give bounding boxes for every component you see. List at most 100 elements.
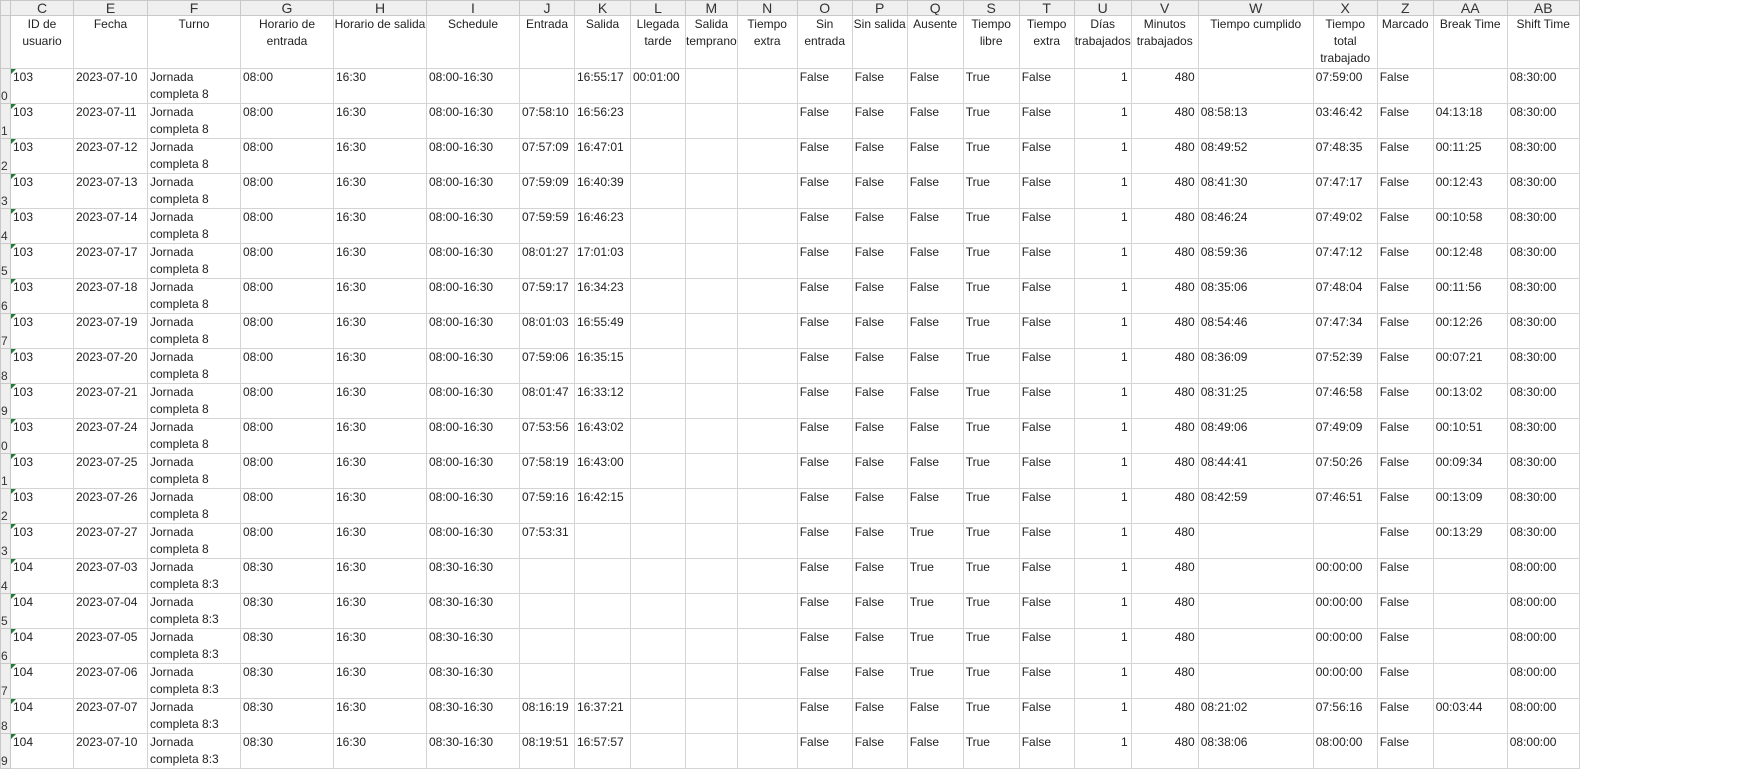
table-cell[interactable]: False	[796, 418, 853, 454]
table-cell[interactable]: 07:47:12	[1312, 243, 1378, 279]
table-cell[interactable]: False	[1018, 698, 1075, 734]
table-cell[interactable]: False	[1018, 523, 1075, 559]
table-cell[interactable]: False	[851, 208, 908, 244]
table-cell[interactable]: Jornada completa 8	[147, 313, 241, 349]
table-cell[interactable]: 103	[10, 208, 74, 244]
table-cell[interactable]: 16:30	[333, 698, 427, 734]
table-cell[interactable]: 08:30-16:30	[426, 663, 520, 699]
table-cell[interactable]: 16:43:00	[574, 453, 631, 489]
table-cell[interactable]: 08:36:09	[1197, 348, 1314, 384]
table-cell[interactable]: False	[796, 628, 853, 664]
table-cell[interactable]: False	[1376, 698, 1434, 734]
table-cell[interactable]: False	[851, 103, 908, 139]
table-cell[interactable]	[736, 243, 798, 279]
table-cell[interactable]	[1197, 523, 1314, 559]
table-cell[interactable]: False	[851, 558, 908, 594]
table-cell[interactable]: 1	[1073, 593, 1132, 629]
table-cell[interactable]: 08:30:00	[1506, 383, 1580, 419]
table-cell[interactable]: 480	[1130, 173, 1199, 209]
table-cell[interactable]: 103	[10, 103, 74, 139]
table-cell[interactable]: False	[1376, 313, 1434, 349]
table-cell[interactable]: 07:48:04	[1312, 278, 1378, 314]
table-cell[interactable]: True	[906, 663, 964, 699]
table-cell[interactable]: 1	[1073, 313, 1132, 349]
table-cell[interactable]: 08:30:00	[1506, 523, 1580, 559]
table-cell[interactable]: False	[796, 68, 853, 104]
table-cell[interactable]: False	[906, 278, 964, 314]
row-header[interactable]: 1	[0, 103, 11, 139]
table-cell[interactable]: 08:49:06	[1197, 418, 1314, 454]
row-header[interactable]: 0	[0, 418, 11, 454]
table-cell[interactable]: False	[1018, 488, 1075, 524]
table-cell[interactable]: False	[796, 278, 853, 314]
table-cell[interactable]	[685, 523, 738, 559]
table-cell[interactable]: 16:30	[333, 243, 427, 279]
table-cell[interactable]: False	[906, 733, 964, 769]
table-cell[interactable]: 1	[1073, 488, 1132, 524]
table-cell[interactable]: False	[851, 628, 908, 664]
table-cell[interactable]: Jornada completa 8	[147, 453, 241, 489]
table-cell[interactable]: 08:30	[240, 733, 334, 769]
table-cell[interactable]	[630, 348, 686, 384]
table-cell[interactable]: 08:35:06	[1197, 278, 1314, 314]
table-cell[interactable]: False	[906, 698, 964, 734]
table-cell[interactable]: 08:00:00	[1506, 698, 1580, 734]
table-cell[interactable]: False	[796, 453, 853, 489]
table-cell[interactable]: 480	[1130, 243, 1199, 279]
table-cell[interactable]: 08:00-16:30	[426, 243, 520, 279]
table-cell[interactable]: 1	[1073, 68, 1132, 104]
table-cell[interactable]: 480	[1130, 453, 1199, 489]
table-cell[interactable]: 08:00-16:30	[426, 173, 520, 209]
table-cell[interactable]: Jornada completa 8	[147, 488, 241, 524]
table-cell[interactable]: 07:59:17	[519, 278, 575, 314]
table-cell[interactable]: 480	[1130, 208, 1199, 244]
table-cell[interactable]: 2023-07-24	[73, 418, 148, 454]
table-cell[interactable]	[630, 628, 686, 664]
table-cell[interactable]: False	[1018, 593, 1075, 629]
column-letter-k[interactable]: K	[574, 0, 631, 16]
table-cell[interactable]: 16:30	[333, 383, 427, 419]
table-cell[interactable]	[574, 628, 631, 664]
row-header[interactable]: 7	[0, 313, 11, 349]
table-cell[interactable]: 08:00-16:30	[426, 208, 520, 244]
table-cell[interactable]: False	[851, 173, 908, 209]
table-cell[interactable]: 480	[1130, 383, 1199, 419]
table-cell[interactable]: True	[962, 593, 1020, 629]
table-cell[interactable]: 2023-07-05	[73, 628, 148, 664]
table-cell[interactable]: 2023-07-19	[73, 313, 148, 349]
table-cell[interactable]: 08:00-16:30	[426, 138, 520, 174]
table-cell[interactable]: False	[1018, 663, 1075, 699]
table-cell[interactable]: False	[906, 383, 964, 419]
table-cell[interactable]: False	[796, 103, 853, 139]
table-cell[interactable]: 2023-07-18	[73, 278, 148, 314]
table-cell[interactable]	[519, 558, 575, 594]
table-cell[interactable]: 08:44:41	[1197, 453, 1314, 489]
table-cell[interactable]: False	[851, 278, 908, 314]
table-cell[interactable]	[685, 593, 738, 629]
table-cell[interactable]: 480	[1130, 488, 1199, 524]
table-cell[interactable]: 07:52:39	[1312, 348, 1378, 384]
table-cell[interactable]	[574, 558, 631, 594]
column-letter-n[interactable]: N	[736, 0, 798, 16]
table-cell[interactable]: 08:21:02	[1197, 698, 1314, 734]
column-letter-f[interactable]: F	[147, 0, 241, 16]
table-cell[interactable]: 08:46:24	[1197, 208, 1314, 244]
table-cell[interactable]	[736, 383, 798, 419]
table-cell[interactable]: False	[1376, 418, 1434, 454]
column-letter-l[interactable]: L	[630, 0, 686, 16]
table-cell[interactable]: 103	[10, 348, 74, 384]
table-cell[interactable]	[630, 593, 686, 629]
table-cell[interactable]: False	[851, 243, 908, 279]
table-cell[interactable]: False	[851, 488, 908, 524]
table-cell[interactable]: True	[962, 103, 1020, 139]
table-cell[interactable]: 16:30	[333, 208, 427, 244]
table-cell[interactable]: 480	[1130, 418, 1199, 454]
table-cell[interactable]: False	[796, 138, 853, 174]
row-header[interactable]: 6	[0, 278, 11, 314]
table-cell[interactable]: 1	[1073, 453, 1132, 489]
table-cell[interactable]: 1	[1073, 558, 1132, 594]
table-cell[interactable]: 08:30:00	[1506, 278, 1580, 314]
table-cell[interactable]	[685, 558, 738, 594]
table-cell[interactable]	[574, 663, 631, 699]
table-cell[interactable]: False	[796, 313, 853, 349]
